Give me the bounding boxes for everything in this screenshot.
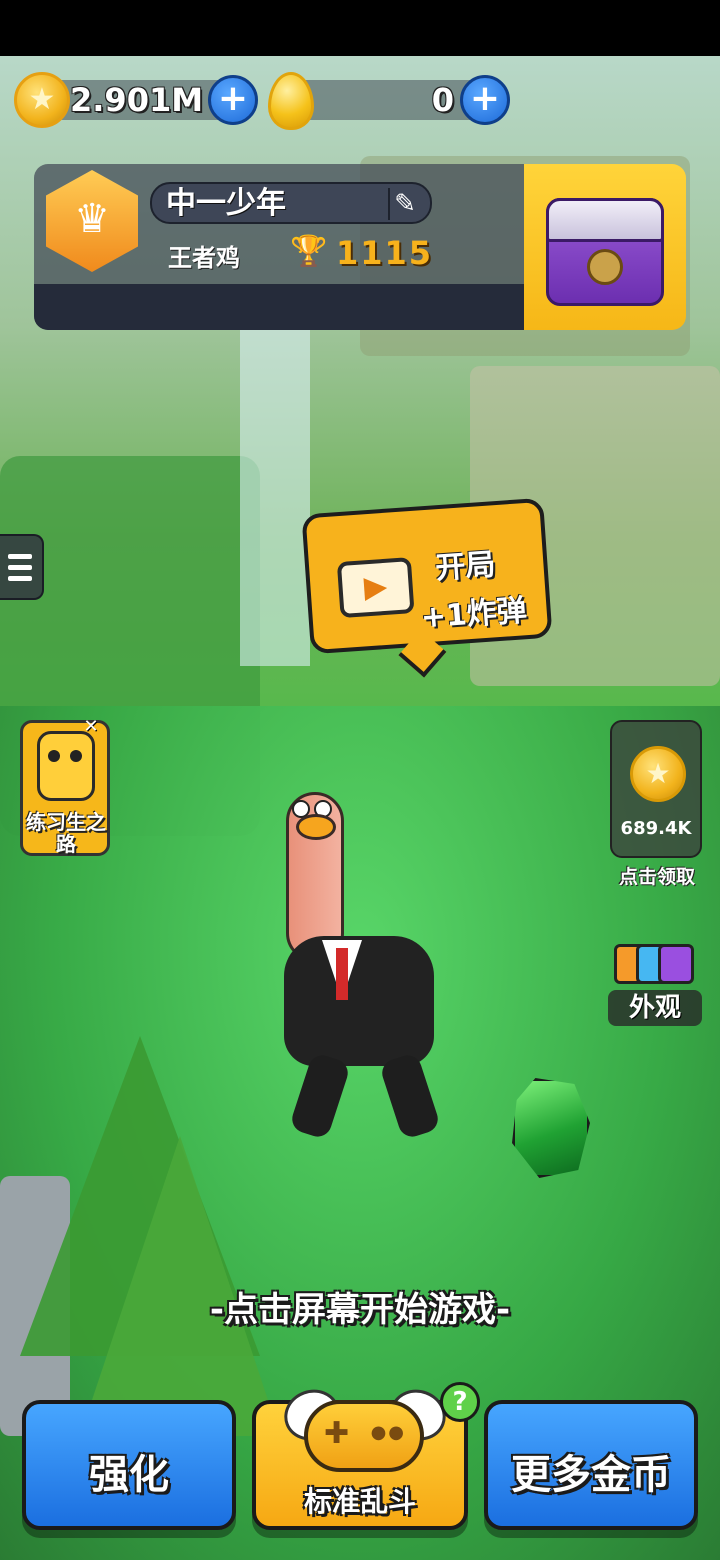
- treasure-chest-icon: [546, 198, 664, 306]
- more-coins-button[interactable]: 更多金币: [484, 1400, 698, 1530]
- chest-button[interactable]: [524, 164, 686, 330]
- trainee-path-label: 练习生之路: [26, 810, 106, 856]
- player-name-field[interactable]: 中一少年 ✎: [150, 182, 432, 224]
- shirts-icon: [614, 938, 694, 986]
- upgrade-label: 强化: [89, 1452, 169, 1498]
- crown-icon: ♛: [74, 196, 110, 242]
- close-x-icon: ✕: [83, 716, 99, 737]
- bg-waterfall: [240, 286, 310, 666]
- star-coin-icon: ★: [630, 746, 686, 802]
- more-coins-label: 更多金币: [511, 1452, 671, 1498]
- video-bonus-line1: 开局: [434, 547, 497, 587]
- profile-info-panel[interactable]: ♛ 中一少年 ✎ 王者鸡 🏆 1115: [34, 164, 524, 330]
- character-beak: [296, 814, 336, 840]
- game-mode-button[interactable]: 标准乱斗: [252, 1381, 468, 1530]
- collect-label[interactable]: 点击领取: [600, 862, 714, 889]
- chest-lock-icon: [587, 249, 623, 285]
- gamepad-icon: [304, 1400, 424, 1472]
- video-play-icon: ▶: [336, 557, 415, 619]
- chest-lid: [546, 198, 664, 242]
- trophy-icon: 🏆: [290, 234, 328, 269]
- collect-coins-button[interactable]: ★ 689.4K: [610, 720, 702, 858]
- character-suit: [284, 936, 434, 1066]
- game-mode-label: 标准乱斗: [303, 1485, 416, 1518]
- profile-progress-strip: [34, 284, 524, 330]
- star-coin-icon: ★: [14, 72, 70, 128]
- add-eggs-button[interactable]: +: [460, 75, 510, 125]
- player-title: 王者鸡: [168, 244, 240, 272]
- coin-amount: 2.901M: [70, 81, 204, 119]
- pencil-icon[interactable]: ✎: [388, 188, 420, 220]
- appearance-button[interactable]: 外观: [608, 938, 702, 1028]
- side-menu-button[interactable]: [0, 534, 44, 600]
- add-coins-button[interactable]: +: [208, 75, 258, 125]
- trainee-path-button[interactable]: ✕ 练习生之路: [20, 716, 110, 856]
- egg-amount: 0: [431, 81, 454, 119]
- hamburger-menu-icon: [8, 554, 32, 582]
- trophy-count: 1115: [336, 234, 434, 272]
- egg-balance: 0 +: [268, 72, 510, 130]
- character-legs: [288, 1051, 442, 1141]
- collect-amount: 689.4K: [620, 818, 692, 839]
- help-icon[interactable]: ?: [440, 1382, 480, 1422]
- upgrade-button[interactable]: 强化: [22, 1400, 236, 1530]
- status-bar: [0, 0, 720, 56]
- profile-card: ♛ 中一少年 ✎ 王者鸡 🏆 1115: [34, 164, 686, 330]
- tap-to-start-prompt: -点击屏幕开始游戏-: [209, 1290, 511, 1330]
- player-name: 中一少年: [166, 186, 286, 221]
- coin-balance: ★ 2.901M +: [14, 72, 258, 128]
- chick-mascot-icon: [37, 731, 95, 801]
- appearance-label: 外观: [608, 990, 702, 1026]
- video-bonus-line2: +1炸弹: [419, 593, 528, 636]
- video-bonus-button[interactable]: ▶ 开局 +1炸弹: [301, 497, 553, 655]
- player-character[interactable]: [260, 786, 480, 1146]
- character-tie: [336, 948, 348, 1000]
